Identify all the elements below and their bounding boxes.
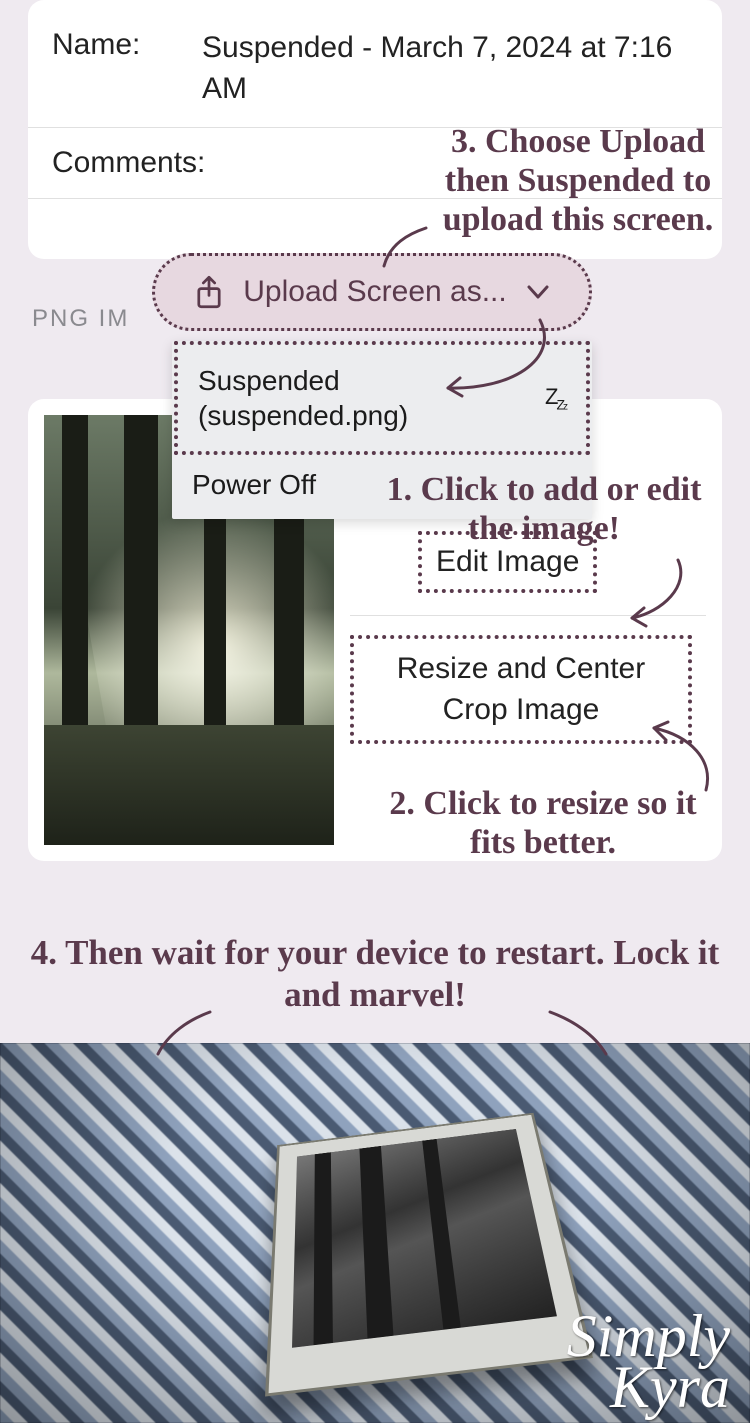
annotation-4: 4. Then wait for your device to restart.…	[0, 932, 750, 1016]
device-on-blanket	[265, 1113, 593, 1397]
upload-button-label: Upload Screen as...	[243, 275, 506, 309]
result-photo: Simply Kyra	[0, 1043, 750, 1423]
name-value[interactable]: Suspended - March 7, 2024 at 7:16 AM	[202, 28, 698, 109]
resize-crop-label: Resize and Center Crop Image	[397, 652, 645, 726]
arrow-right-down	[540, 1010, 620, 1065]
name-label: Name:	[52, 28, 202, 62]
comments-label: Comments:	[52, 146, 205, 180]
chevron-down-icon	[527, 285, 549, 299]
annotation-3: 3. Choose Upload then Suspended to uploa…	[418, 122, 738, 239]
annotation-2: 2. Click to resize so it fits better.	[370, 784, 716, 862]
menu-item-poweroff-label: Power Off	[192, 469, 316, 501]
menu-item-suspended-text: Suspended (suspended.png)	[198, 363, 408, 433]
menu-item-suspended-line1: Suspended	[198, 363, 408, 398]
arrow-to-suspended-item	[430, 320, 570, 415]
share-icon	[195, 275, 223, 309]
annotation-1: 1. Click to add or edit the image!	[374, 470, 714, 548]
watermark: Simply Kyra	[567, 1311, 730, 1413]
edit-image-label: Edit Image	[436, 545, 579, 578]
menu-item-suspended-line2: (suspended.png)	[198, 398, 408, 433]
watermark-line2: Kyra	[567, 1362, 730, 1413]
arrow-left-down	[150, 1010, 230, 1065]
name-row: Name: Suspended - March 7, 2024 at 7:16 …	[28, 10, 722, 128]
arrow-to-edit	[622, 556, 702, 641]
